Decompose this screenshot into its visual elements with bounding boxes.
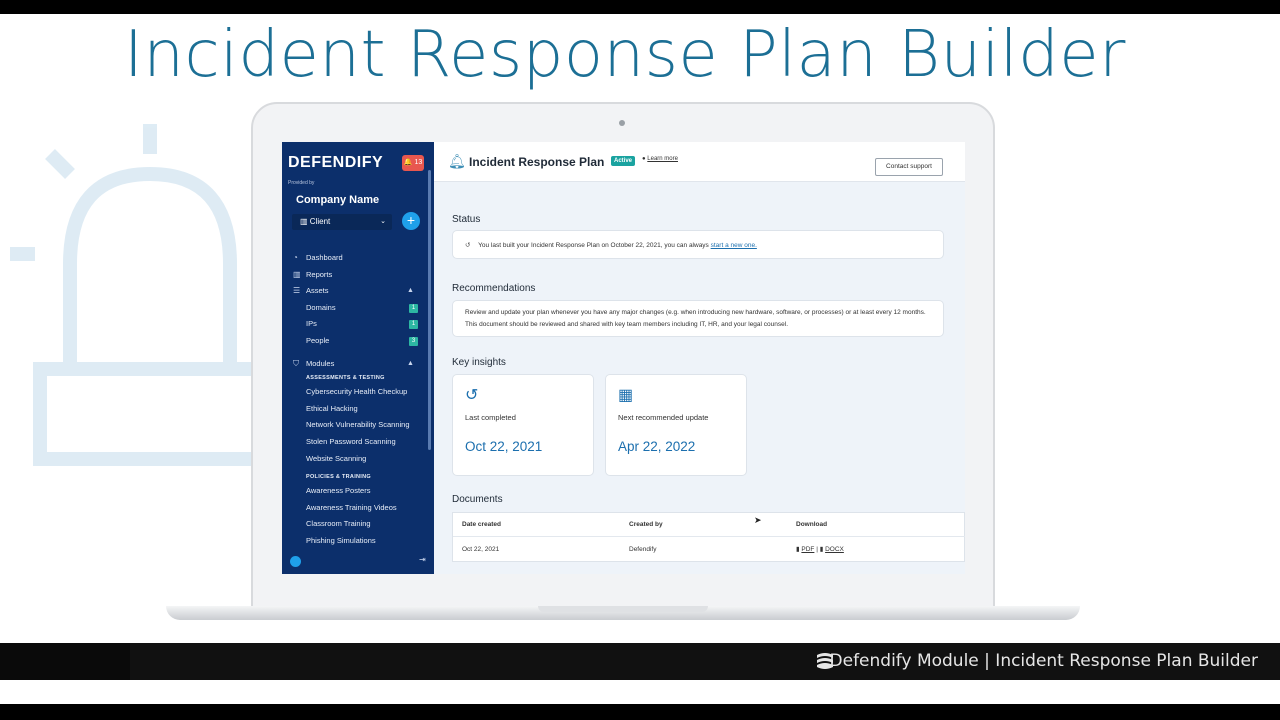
sidebar-item-domains[interactable]: Domains 1: [282, 300, 432, 317]
chevron-up-icon: ▲: [407, 359, 414, 367]
main-content: 🔔︎ Incident Response Plan Active ● Learn…: [434, 142, 965, 574]
laptop-notch: [538, 606, 708, 612]
footer-caption: Defendify Module | Incident Response Pla…: [829, 651, 1258, 671]
app-screen: DEFENDIFY 🔔 13 Provided by Company Name …: [282, 142, 965, 574]
sidebar-nav: ◔ Dashboard ▥ Reports ☰ Assets ▲ Domains 1 IP…: [282, 250, 432, 550]
sidebar-item-label: Domains: [306, 302, 336, 312]
count-badge: 1: [409, 303, 418, 313]
date-cell: Oct 22, 2021: [462, 546, 500, 553]
sidebar-item-classroom-training[interactable]: Classroom Training: [282, 516, 432, 533]
learn-more-text: Learn more: [647, 156, 678, 162]
history-icon: ↺: [465, 242, 471, 249]
defendify-logo[interactable]: DEFENDIFY: [288, 154, 383, 172]
add-button[interactable]: +: [402, 212, 420, 230]
download-cell: ▮ PDF | ▮ DOCX: [796, 546, 844, 553]
footer-left-block: [0, 643, 130, 680]
sidebar-item-ethical-hacking[interactable]: Ethical Hacking: [282, 401, 432, 418]
sidebar-item-ips[interactable]: IPs 1: [282, 316, 432, 333]
sidebar-item-website-scanning[interactable]: Website Scanning: [282, 451, 432, 468]
sidebar-item-label: People: [306, 335, 330, 345]
learn-more-link[interactable]: ● Learn more: [642, 156, 678, 162]
client-select-value: Client: [309, 217, 331, 226]
contact-support-button[interactable]: Contact support: [875, 158, 943, 176]
download-pdf-link[interactable]: PDF: [801, 546, 814, 553]
status-badge: Active: [611, 156, 636, 166]
sidebar-item-password-scanning[interactable]: Stolen Password Scanning: [282, 434, 432, 451]
sidebar: DEFENDIFY 🔔 13 Provided by Company Name …: [282, 142, 434, 574]
insight-label: Next recommended update: [618, 413, 709, 422]
sidebar-item-modules[interactable]: ⛉ Modules ▲: [282, 356, 432, 373]
sidebar-item-network-scanning[interactable]: Network Vulnerability Scanning: [282, 417, 432, 434]
page-title: Incident Response Plan: [469, 155, 605, 169]
sidebar-item-label: Assets: [306, 286, 329, 296]
laptop-camera: [619, 120, 625, 126]
mouse-cursor-icon: ➤: [754, 515, 762, 525]
recommendations-title: Recommendations: [452, 283, 536, 294]
sidebar-scrollbar[interactable]: [428, 170, 431, 450]
client-select[interactable]: ▥ Client ⌄: [292, 214, 392, 230]
notification-count: 13: [414, 159, 423, 166]
calendar-icon: ▦: [618, 387, 634, 404]
start-new-link[interactable]: start a new one.: [711, 242, 757, 249]
sidebar-item-label: IPs: [306, 319, 317, 329]
insights-title: Key insights: [452, 357, 506, 368]
count-badge: 3: [409, 336, 418, 346]
sidebar-item-people[interactable]: People 3: [282, 333, 432, 350]
video-headline: Incident Response Plan Builder: [124, 18, 1126, 92]
sidebar-footer: ⇥: [282, 554, 434, 574]
file-icon: ▮: [819, 546, 824, 553]
shield-icon: ⛉: [293, 358, 299, 368]
documents-title: Documents: [452, 494, 503, 505]
insight-card-next-update: ▦ Next recommended update Apr 22, 2022: [605, 374, 747, 476]
company-name: Company Name: [296, 194, 380, 206]
video-frame: Incident Response Plan Builder DEFENDIFY…: [0, 14, 1280, 704]
sidebar-item-awareness-posters[interactable]: Awareness Posters: [282, 483, 432, 500]
sidebar-item-label: Reports: [306, 269, 333, 279]
chart-icon: ▥: [293, 269, 301, 279]
status-text: You last built your Incident Response Pl…: [478, 242, 709, 249]
file-icon: ▮: [796, 546, 800, 553]
sidebar-item-phishing-simulations[interactable]: Phishing Simulations: [282, 533, 432, 550]
status-title: Status: [452, 214, 481, 225]
column-header[interactable]: Date created: [462, 513, 501, 537]
insight-card-last-completed: ↺ Last completed Oct 22, 2021: [452, 374, 594, 476]
chevron-down-icon: ⌄: [380, 218, 386, 225]
notification-badge[interactable]: 🔔 13: [402, 155, 424, 171]
insight-value: Apr 22, 2022: [618, 439, 696, 454]
insight-label: Last completed: [465, 413, 516, 422]
list-icon: ☰: [293, 286, 301, 296]
download-docx-link[interactable]: DOCX: [825, 546, 844, 553]
avatar[interactable]: [290, 556, 301, 567]
insight-value: Oct 22, 2021: [465, 439, 543, 454]
column-header[interactable]: Created by: [629, 513, 663, 537]
policies-heading: POLICIES & TRAINING: [306, 474, 371, 481]
count-badge: 1: [409, 320, 418, 330]
status-card: ↺ You last built your Incident Response …: [452, 230, 944, 259]
assessments-heading: ASSESSMENTS & TESTING: [306, 375, 385, 382]
sidebar-item-label: Dashboard: [306, 253, 343, 262]
sidebar-item-label: Modules: [306, 358, 335, 368]
sidebar-item-dashboard[interactable]: ◔ Dashboard: [282, 250, 432, 267]
building-icon: ▥: [300, 217, 308, 226]
created-by-cell: Defendify: [629, 546, 657, 553]
provided-by-label: Provided by: [288, 180, 315, 186]
table-header: Date created Created by Download: [453, 513, 965, 537]
documents-table: Date created Created by Download Oct 22,…: [452, 512, 965, 562]
bell-icon: 🔔︎: [448, 153, 466, 169]
page-header: 🔔︎ Incident Response Plan Active ● Learn…: [434, 142, 965, 182]
dashboard-icon: ◔: [293, 253, 298, 262]
sidebar-item-health-checkup[interactable]: Cybersecurity Health Checkup: [282, 384, 432, 401]
sidebar-item-assets[interactable]: ☰ Assets ▲: [282, 283, 432, 300]
chevron-up-icon: ▲: [407, 287, 414, 295]
info-icon: ●: [642, 156, 646, 162]
sidebar-item-reports[interactable]: ▥ Reports: [282, 267, 432, 284]
table-row: Oct 22, 2021 Defendify ▮ PDF | ▮ DOCX: [453, 537, 965, 563]
logout-icon[interactable]: ⇥: [419, 555, 426, 564]
sidebar-item-training-videos[interactable]: Awareness Training Videos: [282, 500, 432, 517]
column-header: Download: [796, 521, 828, 528]
footer-banner: Defendify Module | Incident Response Pla…: [0, 643, 1280, 680]
recommendations-card: Review and update your plan whenever you…: [452, 300, 944, 337]
history-icon: ↺: [465, 387, 479, 404]
